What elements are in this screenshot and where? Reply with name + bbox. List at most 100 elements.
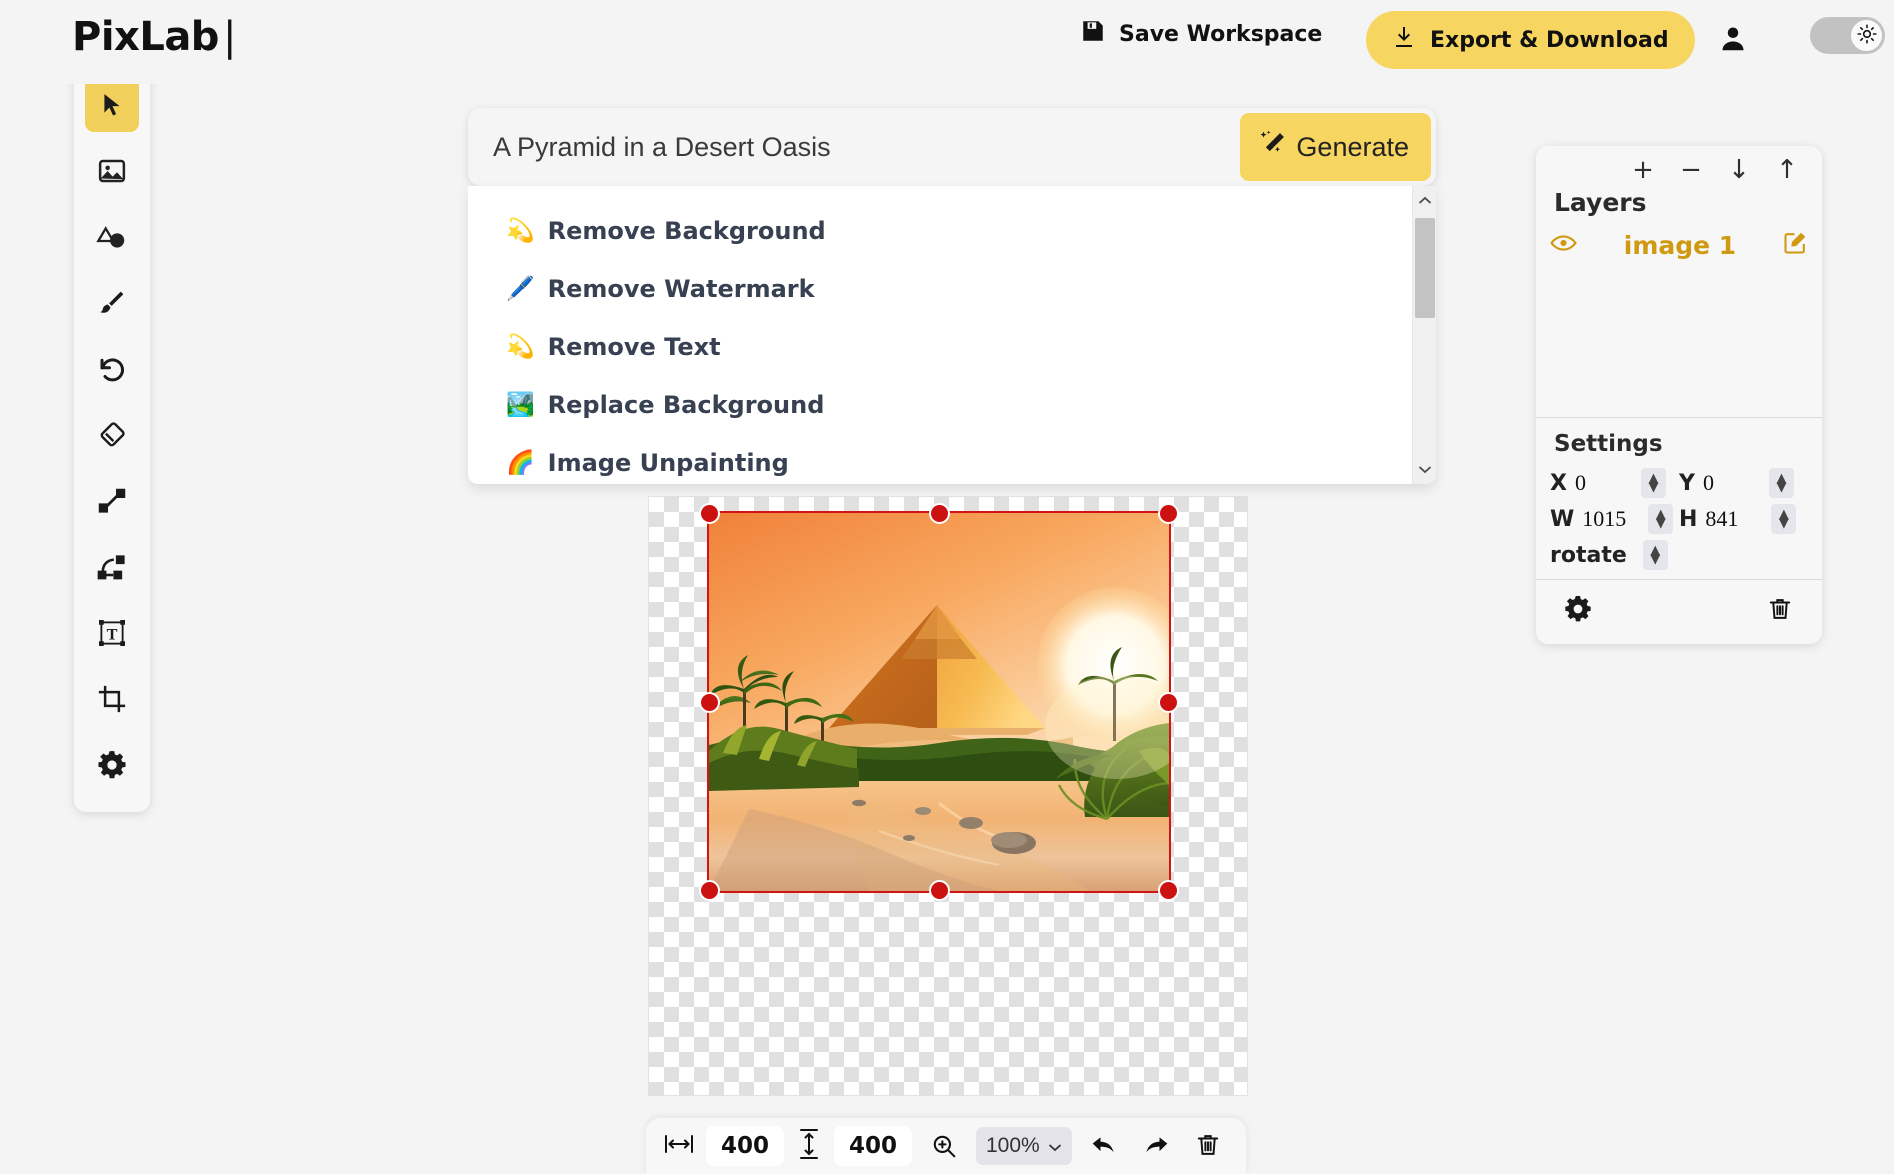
gear-icon [1563, 594, 1593, 627]
field-y-stepper[interactable]: ▲▼ [1769, 468, 1794, 498]
remove-layer-button[interactable]: − [1678, 156, 1704, 184]
image-icon [97, 156, 127, 186]
resize-handle-se[interactable] [1158, 880, 1179, 901]
field-y-label: Y [1679, 471, 1695, 496]
suggestion-label: Remove Text [548, 333, 721, 361]
chevron-up-icon[interactable] [1413, 188, 1436, 214]
field-x-stepper[interactable]: ▲▼ [1641, 468, 1666, 498]
resize-handle-nw[interactable] [699, 503, 720, 524]
paintbrush-icon [98, 289, 126, 317]
generate-label: Generate [1296, 132, 1409, 163]
resize-handle-n[interactable] [929, 503, 950, 524]
suggestions-scrollbar[interactable] [1412, 186, 1436, 484]
save-workspace-button[interactable]: Save Workspace [1080, 18, 1322, 50]
arrow-up-icon: ↑ [1776, 157, 1798, 183]
plus-icon: + [1632, 157, 1654, 183]
delete-layer-button[interactable] [1760, 590, 1800, 630]
move-layer-down-button[interactable]: ↓ [1726, 156, 1752, 184]
settings-tool[interactable] [85, 738, 139, 792]
save-workspace-label: Save Workspace [1119, 22, 1322, 47]
resize-handle-s[interactable] [929, 880, 950, 901]
height-arrow-icon [796, 1128, 822, 1165]
field-y-value[interactable]: 0 [1703, 470, 1769, 496]
rainbow-icon: 🌈 [506, 452, 535, 475]
layer-name[interactable]: image 1 [1577, 231, 1783, 260]
brand-caret: | [223, 14, 236, 60]
resize-handle-ne[interactable] [1158, 503, 1179, 524]
scrollbar-thumb[interactable] [1415, 218, 1435, 318]
undo-button[interactable] [1084, 1126, 1124, 1166]
export-download-label: Export & Download [1430, 28, 1669, 53]
suggestion-remove-watermark[interactable]: 🖊️ Remove Watermark [468, 260, 1436, 318]
suggestion-remove-background[interactable]: 💫 Remove Background [468, 202, 1436, 260]
eraser-tool[interactable] [85, 408, 139, 462]
brand-name: PixLab [72, 14, 219, 60]
add-layer-button[interactable]: + [1630, 156, 1656, 184]
canvas-height-input[interactable] [834, 1126, 912, 1166]
generate-button[interactable]: Generate [1240, 113, 1431, 181]
text-tool[interactable]: T [85, 606, 139, 660]
undo-tool[interactable] [85, 342, 139, 396]
editor-canvas[interactable] [648, 496, 1248, 1096]
sun-icon [1857, 24, 1877, 47]
landscape-icon: 🏞️ [506, 394, 535, 417]
zoom-level-select[interactable]: 100% [976, 1127, 1072, 1165]
field-h: H 841 ▲▼ [1679, 504, 1808, 534]
floppy-disk-icon [1080, 18, 1106, 50]
line-tool[interactable] [85, 474, 139, 528]
canvas-width-input[interactable] [706, 1126, 784, 1166]
crop-tool[interactable] [85, 672, 139, 726]
suggestion-label: Replace Background [548, 391, 825, 419]
left-toolbar: T [74, 62, 150, 812]
curve-tool[interactable] [85, 540, 139, 594]
redo-icon [1141, 1131, 1171, 1162]
suggestion-label: Remove Background [548, 217, 826, 245]
redo-button[interactable] [1136, 1126, 1176, 1166]
layers-panel-title: Layers [1536, 184, 1822, 217]
settings-row-position: X 0 ▲▼ Y 0 ▲▼ [1550, 465, 1808, 501]
chevron-down-icon[interactable] [1413, 456, 1436, 482]
resize-handle-e[interactable] [1158, 692, 1179, 713]
trash-icon [1767, 595, 1793, 626]
app-logo: PixLab| [72, 14, 236, 60]
account-button[interactable] [1712, 18, 1754, 62]
shape-tool[interactable] [85, 210, 139, 264]
suggestion-remove-text[interactable]: 💫 Remove Text [468, 318, 1436, 376]
chevron-down-icon [1048, 1134, 1062, 1158]
app-header: PixLab| Save Workspace Export & Download [0, 0, 1894, 84]
resize-handle-w[interactable] [699, 692, 720, 713]
trash-icon [1195, 1131, 1221, 1162]
move-layer-up-button[interactable]: ↑ [1774, 156, 1800, 184]
magnifier-plus-icon[interactable] [924, 1126, 964, 1166]
field-h-value[interactable]: 841 [1705, 506, 1771, 532]
sparkle-icon: 💫 [506, 220, 535, 243]
resize-handle-sw[interactable] [699, 880, 720, 901]
export-download-button[interactable]: Export & Download [1366, 11, 1695, 69]
field-rotate-stepper[interactable]: ▲▼ [1643, 540, 1668, 570]
image-tool[interactable] [85, 144, 139, 198]
field-w-value[interactable]: 1015 [1582, 506, 1648, 532]
theme-toggle-knob [1851, 20, 1882, 51]
field-h-stepper[interactable]: ▲▼ [1771, 504, 1796, 534]
suggestion-image-unpainting[interactable]: 🌈 Image Unpainting [468, 434, 1436, 484]
field-w-stepper[interactable]: ▲▼ [1648, 504, 1673, 534]
layer-row[interactable]: image 1 [1536, 221, 1822, 269]
right-panel: + − ↓ ↑ Layers image 1 [1536, 146, 1822, 644]
suggestion-replace-background[interactable]: 🏞️ Replace Background [468, 376, 1436, 434]
suggestion-label: Remove Watermark [548, 275, 815, 303]
settings-panel-title: Settings [1536, 418, 1822, 465]
layer-settings-button[interactable] [1558, 590, 1598, 630]
suggestions-list: 💫 Remove Background 🖊️ Remove Watermark … [468, 186, 1436, 484]
delete-canvas-button[interactable] [1188, 1126, 1228, 1166]
field-x-value[interactable]: 0 [1575, 470, 1641, 496]
brush-tool[interactable] [85, 276, 139, 330]
suggestions-dropdown: 💫 Remove Background 🖊️ Remove Watermark … [468, 186, 1436, 484]
selected-layer-image[interactable] [709, 513, 1169, 891]
eye-icon[interactable] [1550, 233, 1577, 258]
theme-toggle[interactable] [1810, 17, 1885, 54]
select-tool[interactable] [85, 78, 139, 132]
field-y: Y 0 ▲▼ [1679, 468, 1808, 498]
settings-fields: X 0 ▲▼ Y 0 ▲▼ W 1015 ▲▼ H 841 [1536, 465, 1822, 579]
pencil-square-icon[interactable] [1783, 230, 1808, 260]
marker-pen-icon: 🖊️ [506, 278, 535, 301]
